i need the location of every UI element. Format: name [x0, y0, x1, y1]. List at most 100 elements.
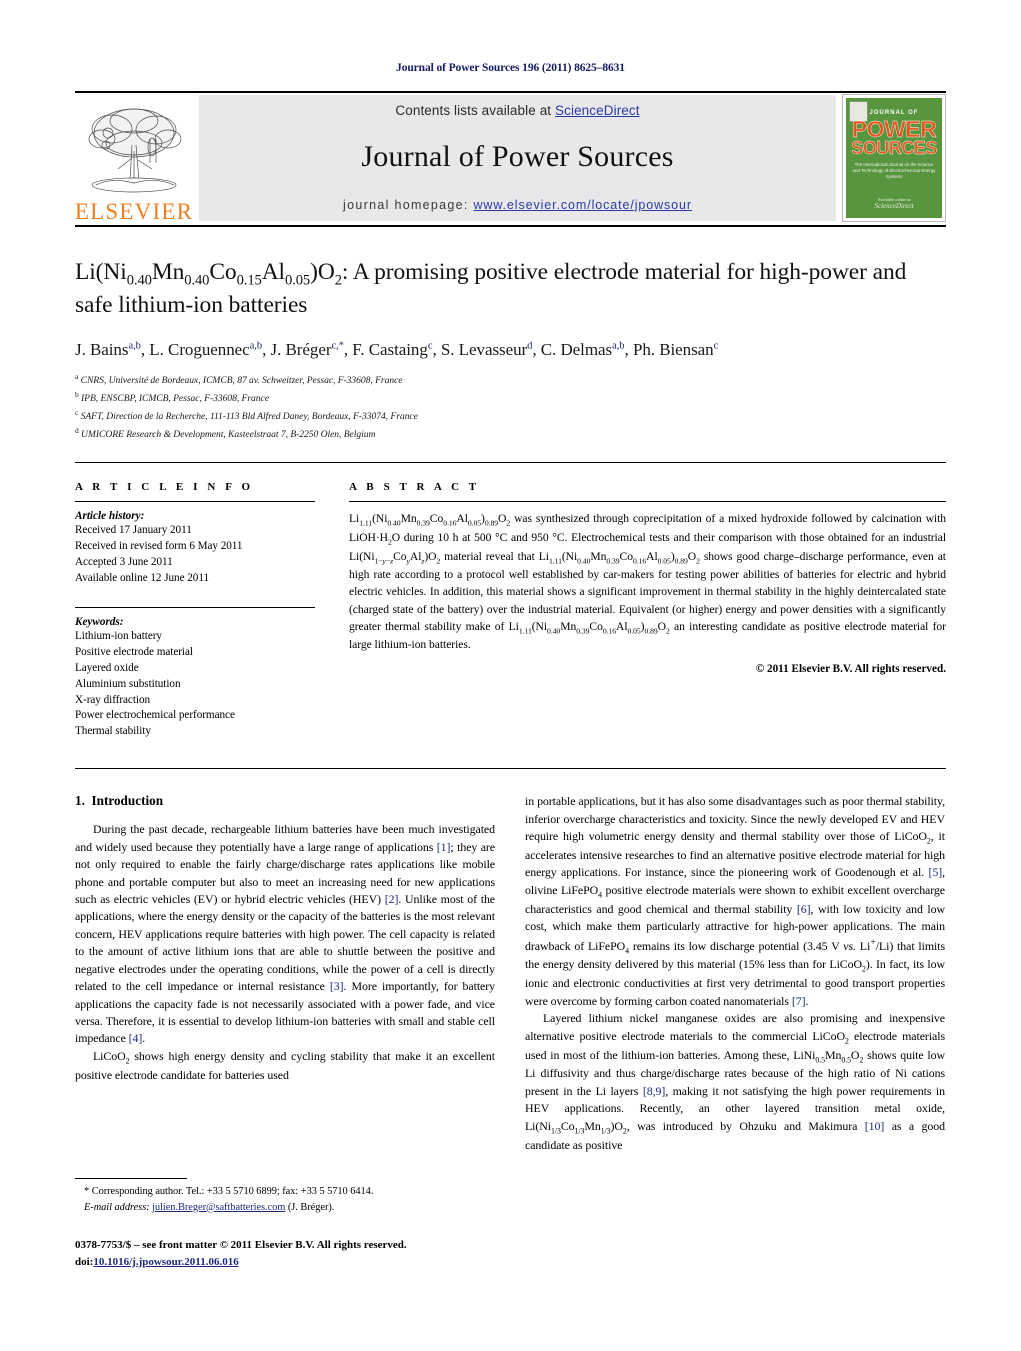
doi-prefix: doi: [75, 1255, 94, 1268]
contents-prefix: Contents lists available at [395, 102, 556, 118]
journal-homepage-link[interactable]: www.elsevier.com/locate/jpowsour [473, 198, 691, 212]
title-frag-2: Mn [151, 259, 185, 285]
article-info-heading: A R T I C L E I N F O [75, 481, 254, 494]
cover-art: JOURNAL OF POWER SOURCES The Internation… [846, 98, 942, 218]
article-info-rule [75, 501, 315, 503]
title-frag-4: Al [261, 259, 285, 285]
contents-available-line: Contents lists available at ScienceDirec… [395, 103, 639, 118]
title-frag-1: Li(Ni [75, 259, 127, 285]
citation-4[interactable]: [4] [129, 1031, 143, 1045]
page-title: Li(Ni0.40Mn0.40Co0.15Al0.05)O2: A promis… [75, 257, 946, 320]
citation-5[interactable]: [5] [928, 865, 942, 879]
elsevier-tree-icon [88, 108, 182, 193]
citation-2[interactable]: [2] [385, 892, 399, 906]
doi-line: doi:10.1016/j.jpowsour.2011.06.016 [75, 1254, 495, 1271]
abstract-heading: A B S T R A C T [349, 481, 480, 494]
paragraph-intro-1: During the past decade, rechargeable lit… [75, 822, 496, 1046]
masthead-center-band: Contents lists available at ScienceDirec… [199, 95, 836, 221]
author-name[interactable]: F. Castaingc [352, 340, 432, 359]
body-column-left: 1. Introduction During the past decade, … [75, 793, 495, 1154]
paragraph-intro-3: Layered lithium nickel manganese oxides … [525, 1011, 946, 1152]
title-sub-4: 0.05 [285, 272, 311, 289]
affiliation-item: d UMICORE Research & Development, Kastee… [75, 425, 376, 440]
citation-3[interactable]: [3] [330, 979, 344, 993]
doi-link[interactable]: 10.1016/j.jpowsour.2011.06.016 [93, 1256, 238, 1268]
author-name[interactable]: Ph. Biensanc [633, 340, 718, 359]
email-note-inner: E-mail address: julien.Breger@saftbatter… [75, 1200, 334, 1216]
citation-10[interactable]: [10] [865, 1119, 885, 1133]
email-note: E-mail address: julien.Breger@saftbatter… [75, 1200, 495, 1216]
footnote-rule [75, 1178, 187, 1179]
abstract-copyright: © 2011 Elsevier B.V. All rights reserved… [755, 663, 946, 676]
title-sub-3: 0.15 [236, 272, 262, 289]
affiliation-mark: b [75, 390, 79, 400]
affiliation-list: a CNRS, Université de Bordeaux, ICMCB, 8… [75, 371, 946, 442]
author-name[interactable]: S. Levasseurd [441, 340, 533, 359]
journal-cover-thumbnail[interactable]: JOURNAL OF POWER SOURCES The Internation… [842, 94, 946, 222]
citation-7[interactable]: [7] [792, 994, 806, 1008]
keyword-item[interactable]: Thermal stability [75, 724, 315, 740]
keyword-item[interactable]: Power electrochemical performance [75, 708, 315, 724]
keyword-item[interactable]: Positive electrode material [75, 645, 315, 661]
title-frag-5: )O [310, 259, 335, 285]
journal-masthead: ELSEVIER Contents lists available at Sci… [75, 93, 946, 225]
author-affiliation-mark: a,b [249, 340, 263, 352]
affiliation-item: a CNRS, Université de Bordeaux, ICMCB, 8… [75, 372, 403, 387]
abstract-column: A B S T R A C T Li1.11(Ni0.40Mn0.39Co0.1… [349, 481, 946, 740]
cover-line2: POWER [851, 116, 937, 142]
homepage-prefix: journal homepage: [343, 197, 474, 212]
author-name[interactable]: J. Brégerc,* [271, 340, 344, 359]
abstract-prose-1: was synthesized through coprecipitation … [349, 512, 946, 652]
citation-6[interactable]: [6] [797, 902, 811, 916]
article-history-label: Article history: [75, 510, 145, 523]
article-history-item: Available online 12 June 2011 [75, 571, 210, 584]
affiliation-mark: c [75, 407, 79, 417]
keywords-label: Keywords: [75, 615, 124, 628]
keywords-rule [75, 606, 315, 608]
article-info-column: A R T I C L E I N F O Article history: R… [75, 481, 315, 740]
issn-copyright-block: 0378-7753/$ – see front matter © 2011 El… [75, 1237, 495, 1270]
keyword-item[interactable]: Aluminium substitution [75, 677, 315, 693]
citation-8-9[interactable]: [8,9] [643, 1084, 665, 1098]
email-owner: (J. Bréger). [287, 1201, 335, 1213]
keyword-item[interactable]: Layered oxide [75, 661, 315, 677]
elsevier-wordmark: ELSEVIER [74, 199, 194, 224]
email-label: E-mail address: [84, 1201, 150, 1213]
author-affiliation-mark: c [713, 340, 719, 352]
article-history-item: Accepted 3 June 2011 [75, 556, 173, 569]
title-block: Li(Ni0.40Mn0.40Co0.15Al0.05)O2: A promis… [75, 227, 946, 442]
author-name[interactable]: J. Bainsa,b [75, 340, 141, 359]
author-affiliation-mark: a,b [128, 340, 141, 352]
keyword-item[interactable]: X-ray diffraction [75, 693, 315, 709]
keywords-list: Lithium-ion battery Positive electrode ma… [75, 629, 315, 740]
keyword-item[interactable]: Lithium-ion battery [75, 629, 315, 645]
affiliation-item: b IPB, ENSCBP, ICMCB, Pessac, F-33608, F… [75, 390, 269, 405]
footnote-area: * Corresponding author. Tel.: +33 5 5710… [75, 1178, 495, 1270]
author-affiliation-mark: d [527, 340, 533, 352]
citation-1[interactable]: [1] [437, 840, 451, 854]
journal-title: Journal of Power Sources [361, 139, 674, 173]
section-number: 1. [75, 793, 85, 809]
title-sub-1: 0.40 [126, 272, 152, 289]
elsevier-logo: ELSEVIER [75, 93, 193, 225]
author-name[interactable]: C. Delmasa,b [541, 340, 625, 359]
corresponding-author-text: * Corresponding author. Tel.: +33 5 5710… [84, 1186, 374, 1197]
affiliation-mark: a [75, 372, 79, 382]
sciencedirect-link[interactable]: ScienceDirect [555, 103, 640, 118]
author-affiliation-mark: c,* [331, 340, 344, 352]
abstract-formula-lead: Li1.11(Ni0.40Mn0.39Co0.16Al0.05)0.89O2 [349, 512, 511, 528]
abstract-text: Li1.11(Ni0.40Mn0.39Co0.16Al0.05)0.89O2 w… [349, 510, 946, 653]
title-sub-2: 0.40 [184, 272, 210, 289]
corresponding-author-note: * Corresponding author. Tel.: +33 5 5710… [75, 1184, 495, 1200]
article-history-list: Received 17 January 2011 Received in revi… [75, 523, 315, 587]
author-name[interactable]: L. Croguenneca,b [149, 340, 262, 359]
issn-line: 0378-7753/$ – see front matter © 2011 El… [75, 1239, 407, 1252]
affiliation-mark: d [75, 425, 79, 435]
title-frag-3: Co [209, 259, 237, 285]
cover-footer: Available online at ScienceDirect [875, 197, 914, 210]
title-sub-5: 2 [334, 272, 342, 289]
email-link[interactable]: julien.Breger@saftbatteries.com [152, 1202, 285, 1213]
section-heading-introduction: 1. Introduction [75, 793, 495, 809]
journal-homepage-line: journal homepage: www.elsevier.com/locat… [343, 198, 692, 212]
section-title-text: Introduction [91, 793, 164, 809]
